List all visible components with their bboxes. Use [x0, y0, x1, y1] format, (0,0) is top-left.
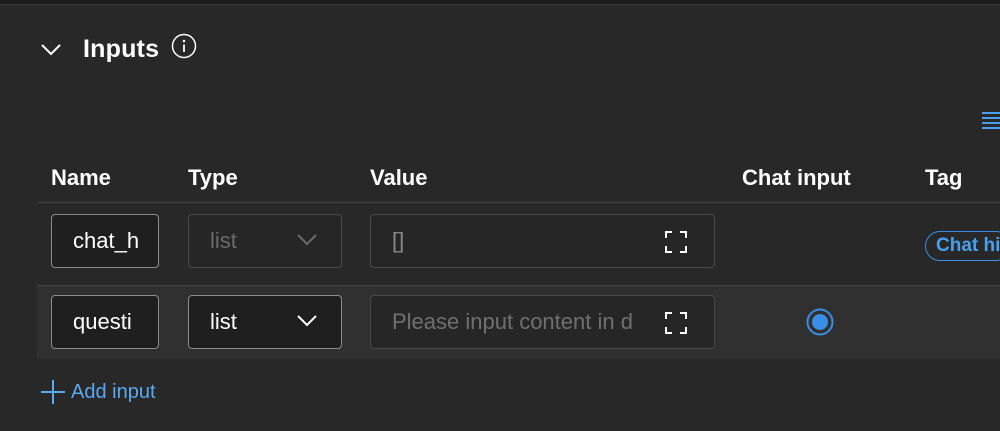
column-header-chat-input: Chat input [742, 165, 851, 190]
row1-value-field[interactable]: [] [370, 214, 715, 268]
column-header-tag: Tag [925, 165, 963, 190]
row2-type-select[interactable]: list [188, 295, 342, 349]
chevron-down-icon [297, 234, 317, 246]
column-header-type: Type [188, 165, 238, 190]
inputs-panel: Inputs Name Type Value Chat input Tag ch… [0, 4, 1000, 431]
row1-type-value: list [210, 228, 237, 253]
section-header: Inputs [40, 29, 197, 69]
chevron-down-icon[interactable] [40, 38, 62, 60]
list-view-icon[interactable] [982, 111, 1000, 131]
add-input-label: Add input [71, 380, 156, 403]
row2-name-input[interactable]: questi [51, 295, 159, 349]
column-header-value: Value [370, 165, 428, 190]
add-icon [41, 380, 65, 404]
section-title: Inputs [83, 34, 160, 63]
add-input-button[interactable]: Add input [40, 377, 156, 407]
row1-type-select: list [188, 214, 342, 268]
row1-tag-badge: Chat hi [925, 231, 1000, 261]
row1-value-text: [] [392, 228, 405, 253]
row2-chat-input-radio[interactable] [806, 308, 834, 336]
header-divider [37, 202, 1000, 203]
row1-name-input[interactable]: chat_h [51, 214, 159, 268]
expand-icon[interactable] [665, 312, 687, 334]
row2-value-placeholder: Please input content in d [392, 309, 633, 334]
expand-icon[interactable] [665, 231, 687, 253]
row2-type-value: list [210, 309, 237, 334]
chevron-down-icon [297, 315, 317, 327]
info-icon[interactable] [171, 33, 197, 59]
column-header-name: Name [51, 165, 111, 190]
row2-value-field[interactable]: Please input content in d [370, 295, 715, 349]
